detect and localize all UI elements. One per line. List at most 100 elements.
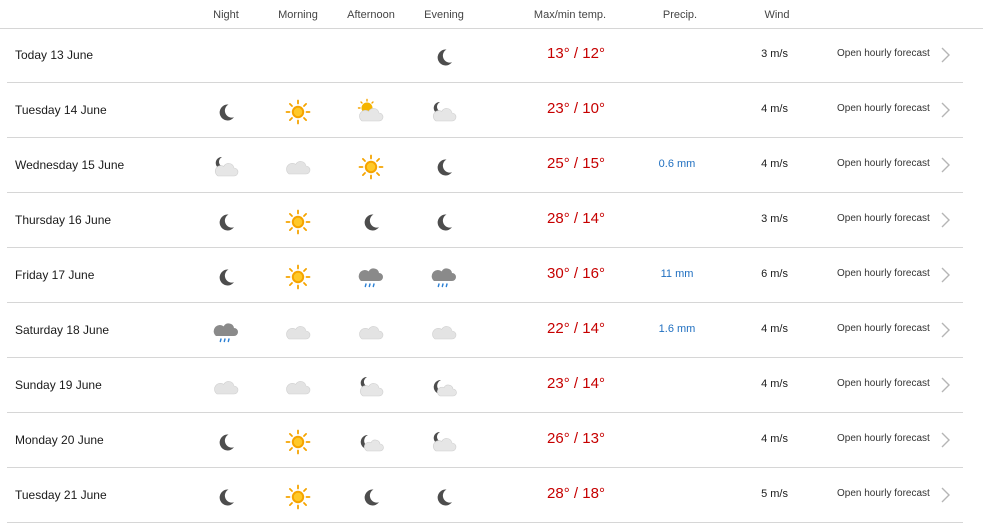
temp-range: 23° / 14° [547,375,605,392]
moon-icon [212,208,240,236]
temp-separator: / [569,375,583,392]
cloud-icon [284,318,312,346]
open-hourly-forecast-link[interactable]: Open hourly forecast [837,213,930,224]
temp-separator: / [569,100,583,117]
temp-range: 13° / 12° [547,45,605,62]
temp-max: 23° [547,100,570,117]
temp-min: 15° [582,155,605,172]
moon-icon [357,483,385,511]
forecast-row[interactable]: Thursday 16 June 28° / 14° 3 m/s Open hourl… [7,193,963,248]
chevron-right-icon[interactable] [939,375,951,395]
temp-min: 10° [582,100,605,117]
cloud-icon [430,318,458,346]
forecast-row[interactable]: Tuesday 14 June 23° / 10° 4 m/s Open hourly… [7,83,963,138]
temp-min: 18° [582,485,605,502]
moon-icon [212,428,240,456]
forecast-row[interactable]: Saturday 18 June 22° / 14° 1.6 mm 4 m/s Open… [7,303,963,358]
temp-range: 26° / 13° [547,430,605,447]
temp-min: 14° [582,320,605,337]
forecast-row[interactable]: Monday 20 June 26° / 13° 4 m/s Open hourly … [7,413,963,468]
temp-separator: / [569,485,583,502]
temp-separator: / [569,430,583,447]
rain-cloud-icon [357,263,385,291]
chevron-right-icon[interactable] [939,430,951,450]
moon-cloud-icon [212,153,240,181]
row-date: Saturday 18 June [15,323,110,337]
temp-range: 22° / 14° [547,320,605,337]
forecast-row[interactable]: Friday 17 June 30° / 16° 11 mm 6 m/s Open ho… [7,248,963,303]
chevron-right-icon[interactable] [939,155,951,175]
chevron-right-icon[interactable] [939,485,951,505]
forecast-row[interactable]: Sunday 19 June 23° / 14° 4 m/s Open hourly … [7,358,963,413]
row-date: Tuesday 21 June [15,488,107,502]
sun-icon [284,263,312,291]
forecast-rows: Today 13 June 13° / 12° 3 m/s Open hourly f… [0,28,983,523]
moon-icon [430,483,458,511]
open-hourly-forecast-link[interactable]: Open hourly forecast [837,158,930,169]
wind-value: 3 m/s [761,213,788,225]
precip-value: 1.6 mm [658,323,696,335]
header-night: Night [213,9,239,21]
temp-min: 14° [582,375,605,392]
open-hourly-forecast-link[interactable]: Open hourly forecast [837,378,930,389]
open-hourly-forecast-link[interactable]: Open hourly forecast [837,323,930,334]
chevron-right-icon[interactable] [939,320,951,340]
chevron-right-icon[interactable] [939,265,951,285]
forecast-row[interactable]: Wednesday 15 June 25° / 15° 0.6 mm 4 m/s Ope… [7,138,963,193]
cloud-icon [357,318,385,346]
wind-value: 4 m/s [761,378,788,390]
header-evening: Evening [424,9,464,21]
temp-max: 28° [547,485,570,502]
temp-max: 26° [547,430,570,447]
moon-cloud-icon [430,428,458,456]
chevron-right-icon[interactable] [939,45,951,65]
moon-icon [212,483,240,511]
temp-range: 25° / 15° [547,155,605,172]
temp-range: 30° / 16° [547,265,605,282]
chevron-right-icon[interactable] [939,210,951,230]
moon-cloud-icon [430,98,458,126]
temp-range: 28° / 14° [547,210,605,227]
moon-icon [430,43,458,71]
open-hourly-forecast-link[interactable]: Open hourly forecast [837,48,930,59]
open-hourly-forecast-link[interactable]: Open hourly forecast [837,268,930,279]
header-wind: Wind [764,9,790,21]
open-hourly-forecast-link[interactable]: Open hourly forecast [837,433,930,444]
open-hourly-forecast-link[interactable]: Open hourly forecast [837,103,930,114]
temp-max: 25° [547,155,570,172]
row-date: Friday 17 June [15,268,95,282]
moon-icon [430,208,458,236]
forecast-row[interactable]: Tuesday 21 June 28° / 18° 5 m/s Open hourly… [7,468,963,523]
row-date: Tuesday 14 June [15,103,107,117]
temp-range: 28° / 18° [547,485,605,502]
temp-separator: / [569,155,583,172]
temp-separator: / [569,45,583,62]
open-hourly-forecast-link[interactable]: Open hourly forecast [837,488,930,499]
temp-max: 30° [547,265,570,282]
sun-icon [284,208,312,236]
chevron-right-icon[interactable] [939,100,951,120]
header-temp: Max/min temp. [533,9,607,21]
row-date: Thursday 16 June [15,213,112,227]
cloud-icon [212,373,240,401]
temp-min: 14° [582,210,605,227]
moon-icon [212,263,240,291]
row-date: Today 13 June [15,48,94,62]
temp-range: 23° / 10° [547,100,605,117]
wind-value: 4 m/s [761,103,788,115]
header-morning: Morning [278,9,318,21]
row-date: Wednesday 15 June [15,158,125,172]
temp-separator: / [569,210,583,227]
forecast-header: Night Morning Afternoon Evening Max/min … [0,0,983,29]
sun-cloud-icon [357,98,385,126]
wind-value: 4 m/s [761,158,788,170]
forecast-row[interactable]: Today 13 June 13° / 12° 3 m/s Open hourly f… [7,28,963,83]
moon-icon [357,208,385,236]
temp-max: 13° [547,45,570,62]
moon-partly-icon [430,373,458,401]
temp-min: 16° [582,265,605,282]
precip-value: 11 mm [660,268,694,280]
wind-value: 3 m/s [761,48,788,60]
wind-value: 5 m/s [761,488,788,500]
header-afternoon: Afternoon [347,9,395,21]
